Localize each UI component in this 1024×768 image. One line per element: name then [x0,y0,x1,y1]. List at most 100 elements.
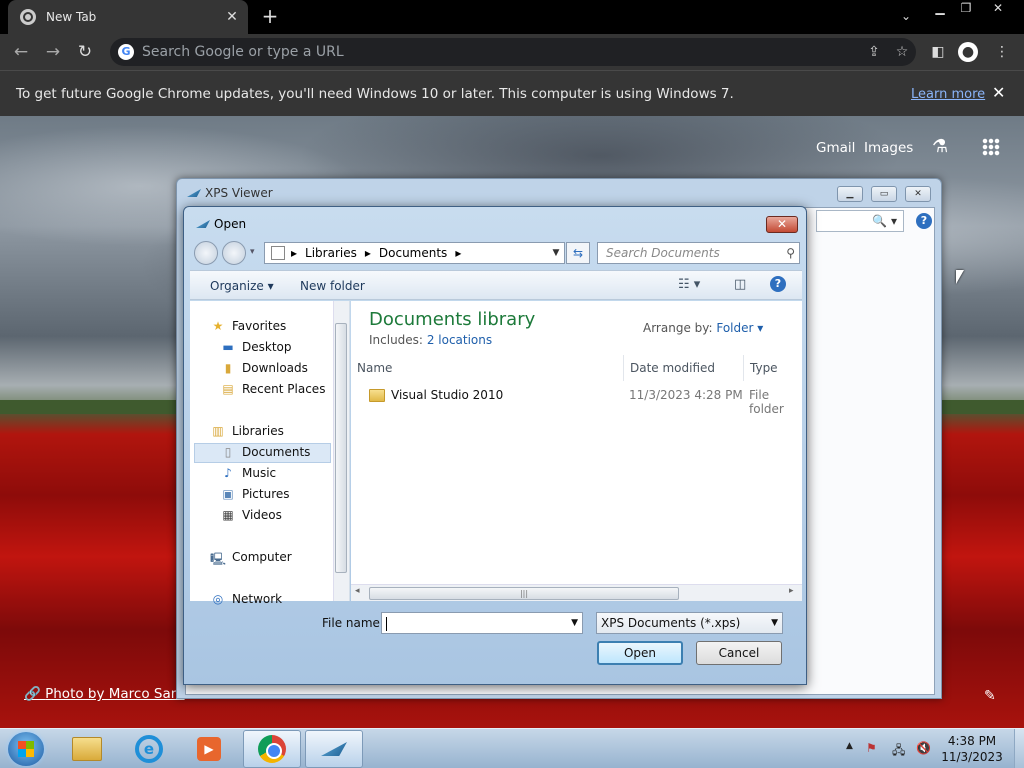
address-bar[interactable]: ▸ Libraries ▸ Documents ▸ ▼ [264,242,565,264]
side-panel-icon[interactable]: ◧ [928,42,948,62]
mouse-cursor-icon [956,270,964,284]
breadcrumb-documents[interactable]: Documents [379,246,447,260]
xps-help-icon[interactable]: ? [916,213,932,229]
column-header-type[interactable]: Type [743,355,802,381]
recent-locations-chevron-icon[interactable]: ▾ [250,247,255,257]
taskbar-explorer[interactable] [58,730,116,768]
file-list-pane: Documents library Includes: 2 locations … [351,301,802,601]
start-button[interactable] [8,732,44,766]
minimize-button[interactable]: ▁ [926,0,954,18]
open-button[interactable]: Open [597,641,683,665]
nav-item-computer[interactable]: 🖳 Computer [210,550,292,566]
file-name: Visual Studio 2010 [391,388,504,402]
nav-item-documents[interactable]: ▯ Documents [220,445,311,459]
preview-pane-icon[interactable]: ◫ [734,277,746,292]
search-icon: ⚲ [786,246,795,260]
action-center-flag-icon[interactable]: ⚑ [866,741,877,755]
back-icon[interactable]: ← [10,41,32,63]
new-folder-button[interactable]: New folder [300,279,365,293]
table-row[interactable]: Visual Studio 2010 11/3/2023 4:28 PM Fil… [351,385,802,416]
nav-item-favorites[interactable]: ★ Favorites [210,319,287,333]
new-tab-button[interactable]: + [258,5,282,29]
breadcrumb-libraries[interactable]: Libraries [305,246,357,260]
photo-credit-link[interactable]: 🔗 Photo by Marco Sant [24,686,185,702]
locations-link[interactable]: 2 locations [427,333,492,347]
omnibox-input[interactable]: Search Google or type a URL [142,44,860,60]
reload-icon[interactable]: ↻ [74,41,96,63]
scroll-left-icon[interactable]: ◂ [355,586,360,596]
forward-icon[interactable]: → [42,41,64,63]
file-name-input[interactable]: ▼ [381,612,583,634]
chrome-icon [20,9,36,25]
xps-find-box[interactable]: 🔍 ▾ [816,210,904,232]
library-includes: Includes: 2 locations [369,333,493,347]
system-clock[interactable]: 4:38 PM 11/3/2023 [936,733,1008,765]
view-options-icon[interactable]: ☷ ▾ [678,277,700,292]
show-desktop-button[interactable] [1014,729,1024,768]
cancel-button[interactable]: Cancel [696,641,782,665]
browser-toolbar: ← → ↻ G Search Google or type a URL ⇪ ☆ … [0,34,1024,70]
folder-icon [369,389,385,402]
close-window-button[interactable]: ✕ [984,0,1012,18]
address-dropdown-icon[interactable]: ▼ [548,248,564,258]
tab-new-tab[interactable]: New Tab ✕ [8,0,248,34]
xps-maximize-button[interactable]: ▭ [871,186,897,202]
nav-item-libraries[interactable]: ▥ Libraries [210,424,284,438]
xps-window-title: XPS Viewer [205,186,273,200]
apps-grid-icon[interactable] [982,138,1000,156]
horizontal-scrollbar-thumb[interactable]: ||| [369,587,679,600]
restore-button[interactable]: ❐ [952,0,980,18]
column-header-date-modified[interactable]: Date modified [623,355,743,381]
chrome-icon [258,735,286,763]
search-documents-input[interactable]: Search Documents ⚲ [597,242,800,264]
refresh-icon[interactable]: ⇆ [566,242,590,264]
omnibox[interactable]: G Search Google or type a URL ⇪ ☆ [110,38,916,66]
bookmark-star-icon[interactable]: ☆ [888,44,916,60]
xps-minimize-button[interactable]: ▁ [837,186,863,202]
scroll-right-icon[interactable]: ▸ [789,586,794,596]
taskbar-media-player[interactable]: ▶ [180,730,238,768]
volume-muted-icon[interactable]: 🔇 [916,741,931,755]
xps-close-button[interactable]: ✕ [905,186,931,202]
menu-dots-icon[interactable]: ⋮ [992,42,1012,62]
gmail-link[interactable]: Gmail [816,140,855,156]
nav-item-videos[interactable]: ▦ Videos [220,508,282,522]
taskbar-internet-explorer[interactable]: e [120,730,178,768]
dialog-close-button[interactable]: ✕ [766,216,798,233]
help-icon[interactable]: ? [770,276,786,292]
horizontal-scrollbar[interactable]: ◂ ||| ▸ [351,584,802,601]
arrange-by-dropdown[interactable]: Folder ▾ [716,321,763,335]
learn-more-link[interactable]: Learn more [911,87,985,102]
nav-item-music[interactable]: ♪ Music [220,466,276,480]
infobar-close-icon[interactable]: ✕ [992,83,1005,102]
profile-avatar-icon[interactable]: ● [958,42,978,62]
back-button[interactable] [194,241,218,265]
nav-item-pictures[interactable]: ▣ Pictures [220,487,289,501]
file-type-select[interactable]: XPS Documents (*.xps) ▼ [596,612,783,634]
images-link[interactable]: Images [864,140,913,156]
nav-item-downloads[interactable]: ▮ Downloads [220,361,308,375]
column-header-name[interactable]: Name [351,355,623,381]
customize-pencil-icon[interactable]: ✎ [984,688,996,704]
arrange-by: Arrange by: Folder ▾ [643,321,764,335]
file-name-dropdown-icon[interactable]: ▼ [571,613,578,633]
tab-search-icon[interactable]: ⌄ [896,6,916,26]
navigation-pane: ★ Favorites ▬ Desktop ▮ Downloads ▤ Recent P… [190,301,350,606]
share-icon[interactable]: ⇪ [860,44,888,60]
file-name-label: File name: [322,616,384,630]
nav-item-recent-places[interactable]: ▤ Recent Places [220,382,325,396]
nav-scrollbar-thumb[interactable] [335,323,347,573]
labs-flask-icon[interactable]: ⚗ [932,136,952,158]
taskbar-chrome[interactable] [243,730,301,768]
nav-item-desktop[interactable]: ▬ Desktop [220,340,291,354]
nav-item-network[interactable]: ◎ Network [210,592,282,606]
xps-viewer-icon [187,189,201,197]
show-hidden-icons[interactable]: ▲ [846,741,853,751]
close-tab-icon[interactable]: ✕ [222,9,242,25]
forward-button[interactable] [222,241,246,265]
network-status-icon[interactable]: 🖧 [892,741,905,762]
network-icon: ◎ [212,592,224,606]
organize-button[interactable]: Organize ▾ [210,279,274,293]
videos-icon: ▦ [222,508,234,522]
taskbar-xps-viewer[interactable] [305,730,363,768]
